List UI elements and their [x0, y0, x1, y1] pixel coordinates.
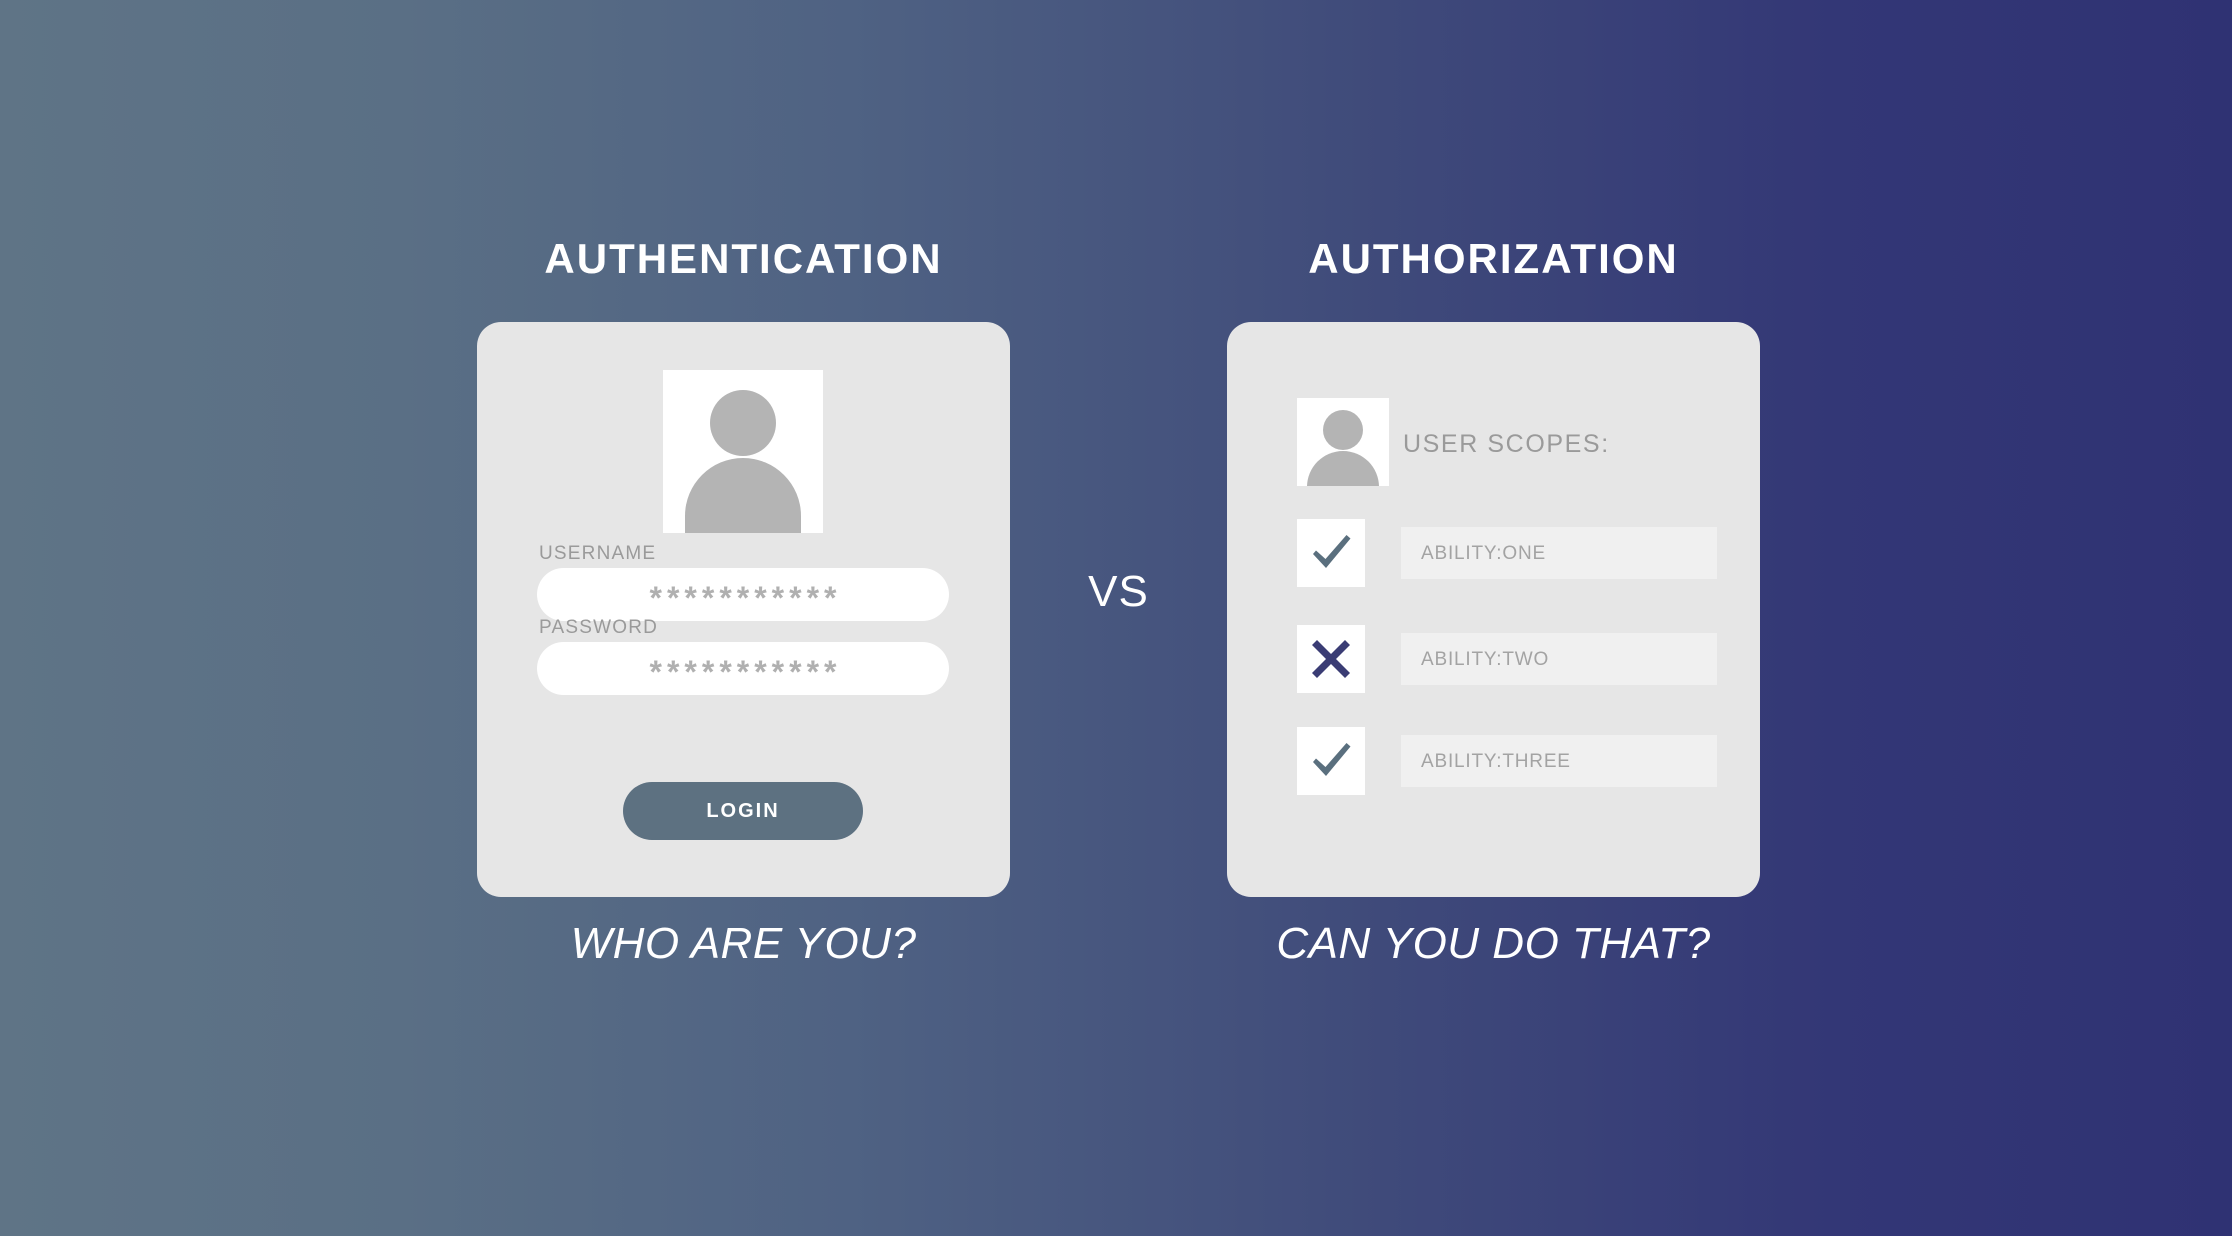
authentication-caption: WHO ARE YOU?: [570, 919, 917, 968]
authentication-heading: AUTHENTICATION: [544, 235, 943, 282]
avatar-head-shape: [710, 390, 776, 456]
scope-row[interactable]: ABILITY:ONE: [1297, 519, 1717, 587]
check-icon[interactable]: [1297, 519, 1365, 587]
username-label: USERNAME: [539, 543, 657, 564]
user-avatar-icon: [663, 370, 823, 533]
password-masked-value: ***********: [649, 653, 842, 690]
login-card: USERNAME *********** PASSWORD **********…: [477, 322, 1010, 897]
versus-label: VS: [1088, 567, 1149, 616]
scope-row[interactable]: ABILITY:TWO: [1297, 625, 1717, 693]
username-input[interactable]: ***********: [537, 568, 949, 621]
scope-value: ABILITY:ONE: [1401, 527, 1717, 579]
slide-canvas: AUTHENTICATION USERNAME *********** PASS…: [0, 0, 2232, 1236]
scope-value: ABILITY:TWO: [1401, 633, 1717, 685]
check-icon[interactable]: [1297, 727, 1365, 795]
cross-icon[interactable]: [1297, 625, 1365, 693]
password-input[interactable]: ***********: [537, 642, 949, 695]
scopes-card: USER SCOPES: ABILITY:ONE ABILITY:TWO ABI…: [1227, 322, 1760, 897]
avatar-body-shape: [685, 458, 801, 533]
user-scopes-title: USER SCOPES:: [1403, 430, 1610, 458]
authorization-caption: CAN YOU DO THAT?: [1276, 919, 1711, 968]
scope-value: ABILITY:THREE: [1401, 735, 1717, 787]
username-masked-value: ***********: [649, 579, 842, 616]
user-avatar-icon: [1297, 398, 1389, 486]
login-button[interactable]: LOGIN: [623, 782, 863, 840]
authorization-heading: AUTHORIZATION: [1308, 235, 1679, 282]
avatar-body-shape: [1307, 451, 1379, 486]
password-label: PASSWORD: [539, 617, 659, 638]
scope-row[interactable]: ABILITY:THREE: [1297, 727, 1717, 795]
avatar-head-shape: [1323, 410, 1363, 450]
